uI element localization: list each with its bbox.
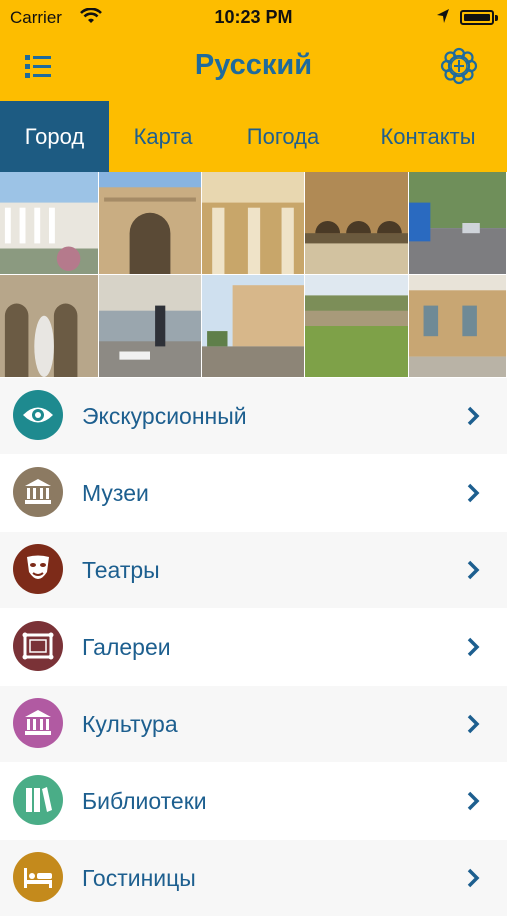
photo-tile[interactable] bbox=[202, 172, 305, 275]
books-icon bbox=[13, 775, 63, 825]
list-item-label: Театры bbox=[82, 557, 160, 583]
list-item-label: Галереи bbox=[82, 634, 171, 660]
photo-tile[interactable] bbox=[202, 275, 305, 378]
chevron-right-icon bbox=[467, 868, 480, 888]
navigation-bar: Carrier 10:23 PM Русский bbox=[0, 0, 507, 101]
status-time: 10:23 PM bbox=[214, 7, 293, 27]
battery-cap bbox=[495, 15, 498, 21]
photo-tile[interactable] bbox=[409, 172, 507, 275]
tab-city[interactable]: Город bbox=[0, 101, 109, 172]
list-item-label: Культура bbox=[82, 711, 178, 737]
list-item-culture[interactable]: Культура bbox=[0, 686, 507, 763]
chevron-right-icon bbox=[467, 791, 480, 811]
photo-tile[interactable] bbox=[0, 172, 99, 275]
picture-frame-icon bbox=[13, 621, 63, 671]
tab-weather[interactable]: Погода bbox=[217, 101, 349, 172]
list-item-theatres[interactable]: Театры bbox=[0, 532, 507, 609]
chevron-right-icon bbox=[467, 560, 480, 580]
tab-contacts[interactable]: Контакты bbox=[349, 101, 507, 172]
photo-tile[interactable] bbox=[305, 172, 409, 275]
tab-bar: Город Карта Погода Контакты bbox=[0, 101, 507, 172]
photo-grid bbox=[0, 172, 507, 378]
status-bar: Carrier 10:23 PM bbox=[0, 0, 507, 34]
battery-icon bbox=[460, 10, 494, 25]
list-item-label: Библиотеки bbox=[82, 788, 207, 814]
location-arrow-icon bbox=[436, 8, 450, 29]
list-item-hotels[interactable]: Гостиницы bbox=[0, 840, 507, 917]
photo-tile[interactable] bbox=[0, 275, 99, 378]
theatre-mask-icon bbox=[13, 544, 63, 594]
chevron-right-icon bbox=[467, 406, 480, 426]
list-item-label: Музеи bbox=[82, 480, 149, 506]
chevron-right-icon bbox=[467, 714, 480, 734]
culture-building-icon bbox=[13, 698, 63, 748]
chevron-right-icon bbox=[467, 483, 480, 503]
list-item-museums[interactable]: Музеи bbox=[0, 455, 507, 532]
photo-tile[interactable] bbox=[305, 275, 409, 378]
photo-tile[interactable] bbox=[99, 172, 202, 275]
settings-button[interactable] bbox=[440, 47, 478, 85]
list-item-libraries[interactable]: Библиотеки bbox=[0, 763, 507, 840]
bed-icon bbox=[13, 852, 63, 902]
museum-icon bbox=[13, 467, 63, 517]
coat-of-arms-icon bbox=[440, 47, 478, 85]
page-title: Русский bbox=[194, 49, 313, 81]
chevron-right-icon bbox=[467, 637, 480, 657]
list-item-label: Экскурсионный bbox=[82, 403, 247, 429]
list-item-galleries[interactable]: Галереи bbox=[0, 609, 507, 686]
photo-tile[interactable] bbox=[409, 275, 507, 378]
category-list: Экскурсионный Музеи Театры Галереи Культ… bbox=[0, 378, 507, 917]
list-item-sightseeing[interactable]: Экскурсионный bbox=[0, 378, 507, 455]
list-item-label: Гостиницы bbox=[82, 865, 196, 891]
eye-icon bbox=[13, 390, 63, 440]
photo-tile[interactable] bbox=[99, 275, 202, 378]
tab-map[interactable]: Карта bbox=[109, 101, 217, 172]
